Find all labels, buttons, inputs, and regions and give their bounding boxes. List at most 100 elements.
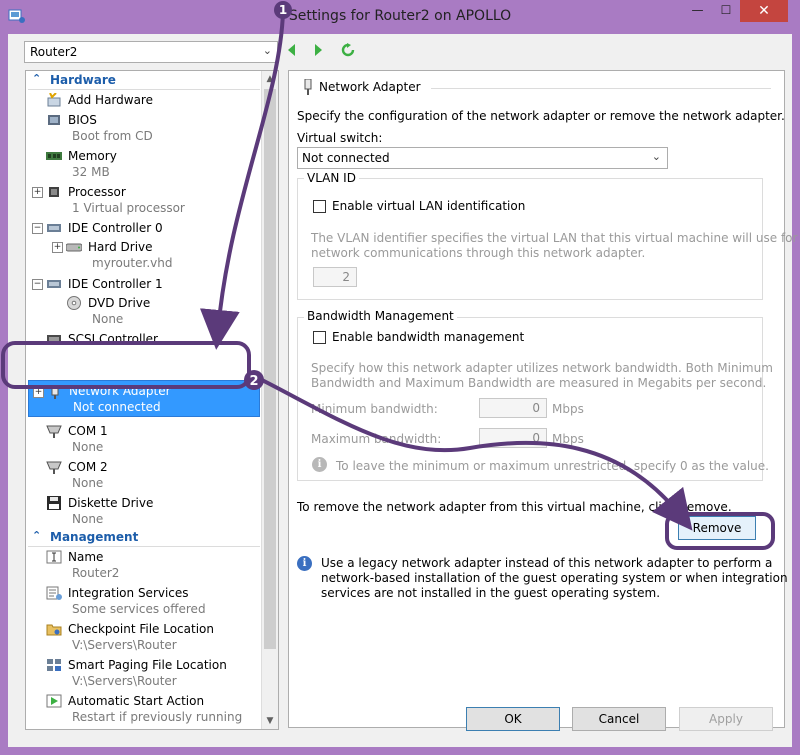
sidebar-item-label: Checkpoint File Location	[68, 622, 214, 636]
bandwidth-help-line-2: Bandwidth and Maximum Bandwidth are meas…	[311, 376, 767, 390]
expand-network-adapter-icon[interactable]: +	[33, 387, 44, 398]
sidebar-item-detail: Some services offered	[72, 602, 206, 616]
sidebar-item-detail: None	[72, 440, 104, 454]
scroll-down-icon[interactable]: ▼	[262, 713, 278, 729]
hardware-section-header[interactable]: ⌃ Hardware	[28, 72, 260, 88]
divider	[28, 89, 260, 90]
scroll-thumb[interactable]	[264, 89, 276, 649]
vlan-id-input[interactable]: 2	[313, 267, 357, 287]
processor-icon	[49, 187, 59, 197]
minimum-bandwidth-input[interactable]: 0	[479, 398, 547, 418]
sidebar-item-label: DVD Drive	[88, 296, 151, 310]
remove-instructions: To remove the network adapter from this …	[297, 500, 732, 514]
virtual-switch-value: Not connected	[302, 151, 390, 165]
sidebar-item-detail: Router2	[72, 566, 120, 580]
close-icon: ✕	[758, 3, 770, 19]
panel-heading: Network Adapter	[319, 80, 421, 94]
settings-window: Settings for Router2 on APOLLO — ☐ ✕ Rou…	[0, 0, 800, 755]
memory-module-icon	[46, 152, 62, 160]
name-field-icon	[46, 550, 62, 564]
minimize-icon: —	[691, 3, 704, 17]
scsi-controller-icon	[47, 335, 61, 343]
sidebar-item-detail: None	[72, 476, 104, 490]
close-button[interactable]: ✕	[740, 0, 788, 22]
sidebar-item-detail: 32 MB	[72, 165, 110, 179]
settings-tree: ▲ ▼ ⌃ Hardware Add Hardware BIOS Boot fr…	[25, 70, 279, 730]
sidebar-item-label: IDE Controller 0	[68, 221, 163, 235]
sidebar-item-label: Automatic Start Action	[68, 694, 205, 708]
minimize-button[interactable]: —	[683, 0, 712, 22]
sidebar-item-label: SCSI Controller	[68, 332, 158, 346]
maximum-bandwidth-unit: Mbps	[552, 432, 584, 446]
ok-button[interactable]: OK	[466, 707, 560, 731]
legacy-note-line-3: services are not installed in the guest …	[321, 586, 661, 600]
ide-controller-icon	[47, 224, 61, 232]
minimum-bandwidth-label: Minimum bandwidth:	[311, 402, 438, 416]
maximize-button[interactable]: ☐	[712, 0, 740, 22]
forward-arrow-icon[interactable]	[311, 43, 325, 57]
maximum-bandwidth-input[interactable]: 0	[479, 428, 547, 448]
back-arrow-icon[interactable]	[285, 43, 299, 57]
expand-hard-drive-icon[interactable]: +	[52, 242, 63, 253]
remove-button[interactable]: Remove	[678, 516, 756, 540]
info-icon: i	[297, 556, 312, 571]
sidebar-item-network-adapter[interactable]: + Network Adapter Not connected	[28, 380, 260, 417]
cancel-button[interactable]: Cancel	[572, 707, 666, 731]
sidebar-item-detail: Not connected	[73, 400, 161, 414]
network-adapter-icon	[304, 79, 312, 95]
dvd-disc-icon	[67, 296, 81, 310]
maximize-icon: ☐	[720, 3, 732, 17]
sidebar-item-label: IDE Controller 1	[68, 277, 163, 291]
apply-button[interactable]: Apply	[679, 707, 773, 731]
minimum-bandwidth-unit: Mbps	[552, 402, 584, 416]
hard-drive-icon	[66, 243, 82, 252]
collapse-ide1-icon[interactable]: −	[32, 279, 43, 290]
sidebar-item-detail: Restart if previously running	[72, 710, 243, 724]
collapse-up-icon: ⌃	[32, 529, 42, 542]
vm-selector[interactable]: Router2 ⌄	[24, 41, 278, 63]
virtual-switch-dropdown[interactable]: Not connected ⌄	[297, 147, 668, 169]
sidebar-item-label: Name	[68, 550, 104, 564]
integration-services-icon	[46, 586, 62, 600]
sidebar-item-label: Integration Services	[68, 586, 189, 600]
automatic-start-icon	[46, 694, 62, 708]
divider	[28, 546, 260, 547]
sidebar-item-label: Processor	[68, 185, 126, 199]
enable-bandwidth-checkbox[interactable]	[313, 331, 326, 344]
serial-port-icon	[46, 425, 62, 438]
management-section-label: Management	[50, 530, 139, 544]
ide-controller-icon	[47, 280, 61, 288]
checkpoint-folder-icon	[46, 624, 62, 636]
bandwidth-note: To leave the minimum or maximum unrestri…	[336, 459, 769, 473]
vlan-help-line-1: The VLAN identifier specifies the virtua…	[311, 231, 800, 245]
scroll-up-icon[interactable]: ▲	[262, 71, 278, 87]
expand-processor-icon[interactable]: +	[32, 187, 43, 198]
sidebar-item-detail: None	[72, 512, 104, 526]
enable-vlan-checkbox[interactable]	[313, 200, 326, 213]
enable-vlan-label: Enable virtual LAN identification	[332, 199, 526, 213]
intro-text: Specify the configuration of the network…	[297, 109, 785, 123]
bandwidth-help-line-1: Specify how this network adapter utilize…	[311, 361, 773, 375]
refresh-icon[interactable]	[341, 43, 355, 57]
network-adapter-panel: Network Adapter Specify the configuratio…	[288, 70, 800, 728]
sidebar-item-label: Add Hardware	[68, 93, 153, 107]
sidebar-item-detail: 1 Virtual processor	[72, 201, 185, 215]
vm-selector-value: Router2	[30, 45, 78, 59]
sidebar-item-label: Smart Paging File Location	[68, 658, 227, 672]
heading-divider	[431, 88, 771, 89]
bios-chip-icon	[48, 115, 60, 125]
network-adapter-icon	[51, 385, 59, 399]
sidebar-item-label: Hard Drive	[88, 240, 153, 254]
bandwidth-group-label: Bandwidth Management	[304, 309, 457, 323]
legacy-note-line-1: Use a legacy network adapter instead of …	[321, 556, 773, 570]
collapse-up-icon: ⌃	[32, 72, 42, 85]
sidebar-item-label: Memory	[68, 149, 117, 163]
tree-scrollbar[interactable]: ▲ ▼	[261, 71, 278, 729]
collapse-ide0-icon[interactable]: −	[32, 223, 43, 234]
smart-paging-icon	[47, 659, 61, 671]
hardware-section-label: Hardware	[50, 73, 116, 87]
management-section-header[interactable]: ⌃ Management	[28, 529, 260, 545]
sidebar-item-detail: V:\Servers\Router	[72, 674, 177, 688]
add-hardware-icon	[47, 93, 61, 107]
sidebar-item-detail: myrouter.vhd	[92, 256, 173, 270]
